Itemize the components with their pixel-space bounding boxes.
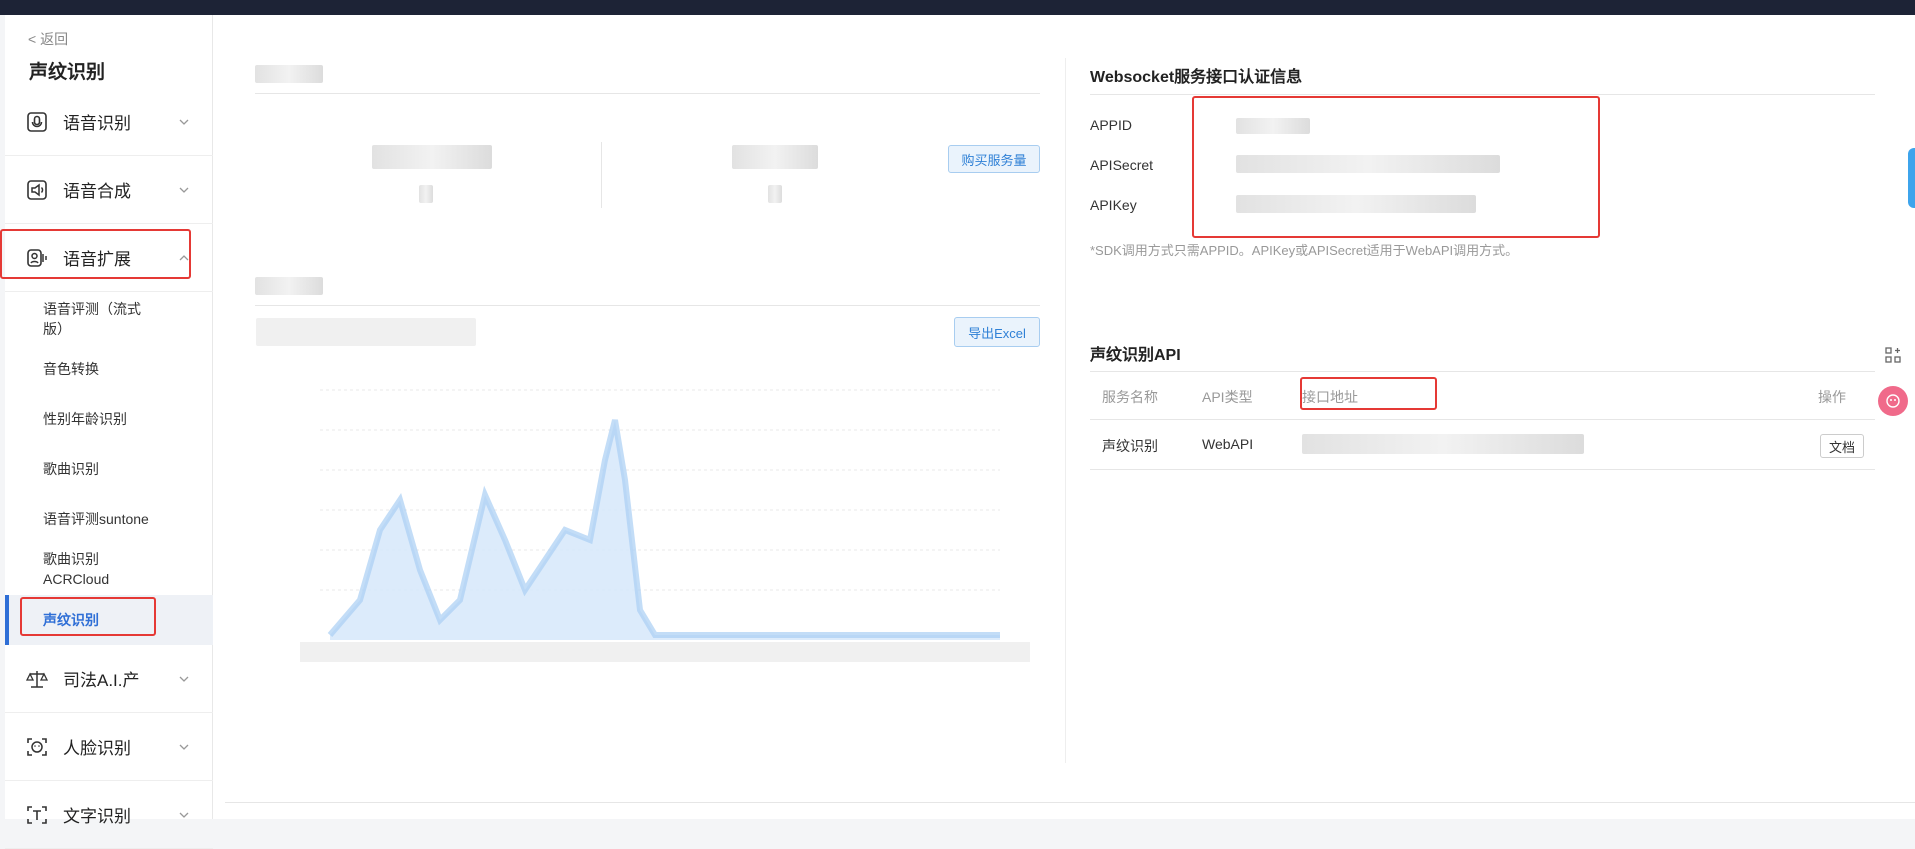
- side-drawer-tab[interactable]: [1908, 148, 1915, 208]
- sidebar-sub-item[interactable]: 歌曲识别ACRCloud: [43, 549, 153, 589]
- panel-divider: [1065, 58, 1066, 763]
- chevron-down-icon: [179, 119, 189, 125]
- sidebar-sub-item[interactable]: 语音评测（流式版）: [43, 299, 153, 339]
- blurred-value: [732, 145, 818, 169]
- top-navigation-bar: [0, 0, 1915, 15]
- sidebar-title: 声纹识别: [29, 62, 106, 83]
- section-divider: [1090, 94, 1875, 95]
- buy-service-button[interactable]: 购买服务量: [948, 145, 1040, 173]
- row-endpoint-blurred[interactable]: [1302, 434, 1584, 454]
- sidebar-category-text-recognition[interactable]: 文字识别: [5, 781, 213, 849]
- blurred-value: [768, 185, 782, 203]
- table-row-divider: [1090, 469, 1875, 470]
- mic-icon: [27, 111, 47, 132]
- apikey-label: APIKey: [1090, 197, 1137, 213]
- blurred-usage-chart: [300, 389, 1030, 662]
- chevron-down-icon: [179, 676, 189, 682]
- sidebar-category-label: 语音合成: [63, 182, 131, 201]
- back-link[interactable]: < 返回: [28, 29, 68, 49]
- footer-divider: [225, 802, 1915, 803]
- text-icon: [27, 805, 47, 824]
- blurred-value: [372, 145, 492, 169]
- speaker-icon: [27, 179, 47, 200]
- blurred-date-picker[interactable]: [256, 318, 476, 346]
- export-excel-button[interactable]: 导出Excel: [954, 317, 1040, 347]
- sidebar-category-face-recognition[interactable]: 人脸识别: [5, 713, 213, 781]
- blurred-value: [419, 185, 433, 203]
- sidebar-category-label: 人脸识别: [63, 739, 131, 758]
- scales-icon: [25, 670, 49, 688]
- sidebar-category-speech-synthesis[interactable]: 语音合成: [5, 156, 213, 224]
- highlight-box-voiceprint: [20, 597, 156, 636]
- stat-divider: [601, 142, 602, 208]
- assistant-avatar-icon[interactable]: [1878, 386, 1908, 416]
- sidebar-sub-item[interactable]: 音色转换: [43, 359, 153, 379]
- table-header-service-name: 服务名称: [1102, 389, 1158, 405]
- apisecret-label: APISecret: [1090, 157, 1154, 173]
- sidebar-sub-item[interactable]: 语音评测suntone: [43, 509, 153, 529]
- sdk-note: *SDK调用方式只需APPID。APIKey或APISecret适用于WebAP…: [1090, 243, 1519, 258]
- blurred-section-title: [255, 277, 323, 295]
- active-item-indicator: [5, 595, 9, 645]
- face-icon: [27, 737, 47, 756]
- apps-icon[interactable]: [1878, 340, 1908, 370]
- table-header-api-type: API类型: [1202, 389, 1253, 405]
- auth-section-title: Websocket服务接口认证信息: [1090, 69, 1303, 86]
- api-section-title: 声纹识别API: [1090, 347, 1181, 364]
- highlight-box-voice-extension: [0, 229, 191, 279]
- sidebar-sub-item[interactable]: 性别年龄识别: [43, 409, 153, 429]
- section-divider: [255, 305, 1040, 306]
- table-header-action: 操作: [1818, 389, 1846, 405]
- sidebar: < 返回 声纹识别 语音识别 语音合成 语音扩展 语音评测（流式版） 音色转换 …: [5, 15, 213, 849]
- chevron-down-icon: [179, 187, 189, 193]
- row-api-type: WebAPI: [1202, 436, 1254, 452]
- sidebar-category-speech-recognition[interactable]: 语音识别: [5, 88, 213, 156]
- highlight-box-endpoint: [1300, 377, 1437, 410]
- blurred-section-title: [255, 65, 323, 83]
- chevron-down-icon: [179, 812, 189, 818]
- sidebar-category-label: 语音识别: [63, 114, 131, 133]
- sidebar-category-label: 司法A.I.产: [63, 671, 140, 690]
- appid-label: APPID: [1090, 117, 1133, 133]
- section-divider: [255, 93, 1040, 94]
- row-service-name: 声纹识别: [1102, 438, 1158, 454]
- section-divider: [1090, 371, 1875, 372]
- sidebar-category-label: 文字识别: [63, 807, 131, 826]
- sidebar-sub-item[interactable]: 歌曲识别: [43, 459, 153, 479]
- sidebar-category-judicial-ai[interactable]: 司法A.I.产: [5, 645, 213, 713]
- highlight-box-credentials: [1192, 96, 1600, 238]
- chevron-down-icon: [179, 744, 189, 750]
- doc-button[interactable]: 文档: [1820, 434, 1864, 458]
- table-row-divider: [1090, 419, 1875, 420]
